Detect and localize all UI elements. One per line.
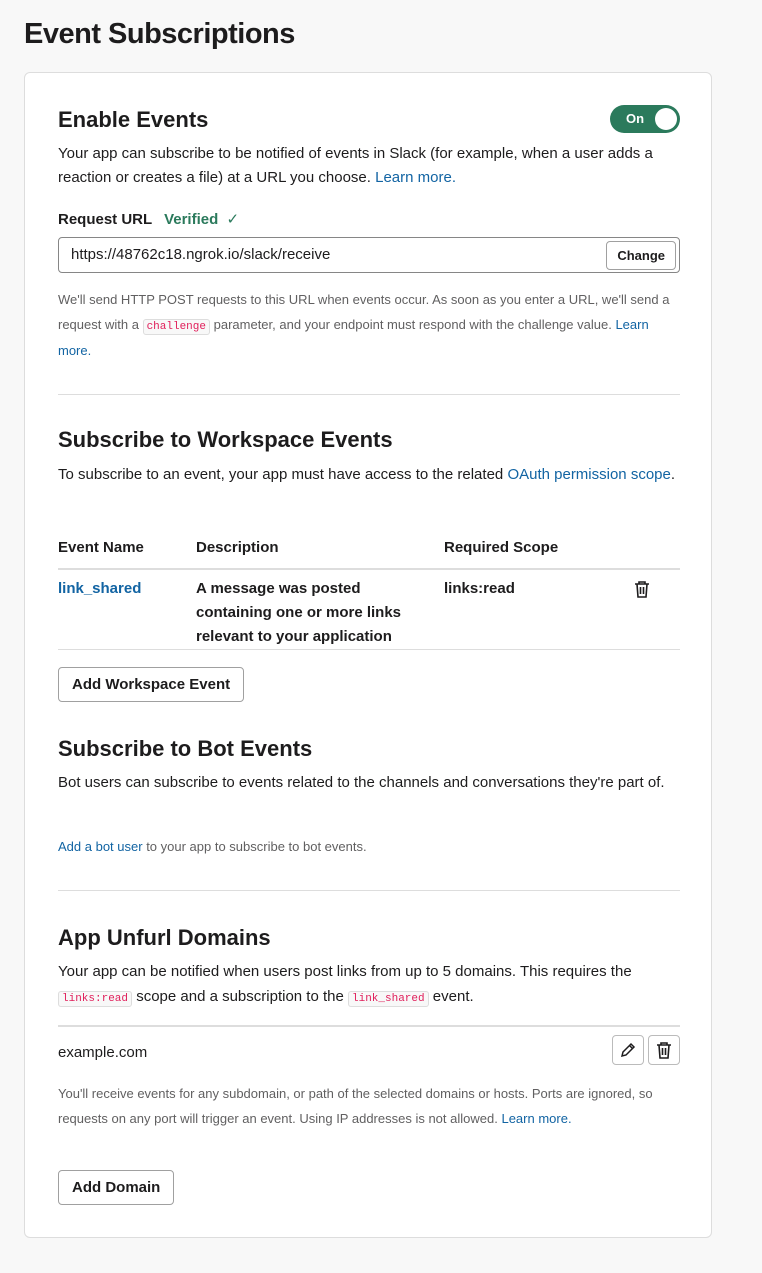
trash-icon <box>657 1042 671 1059</box>
learn-more-link[interactable]: Learn more. <box>501 1111 571 1126</box>
enable-events-toggle[interactable]: On <box>610 105 680 133</box>
enable-events-heading: Enable Events <box>58 107 209 132</box>
add-bot-user-link[interactable]: Add a bot user <box>58 839 143 854</box>
toggle-knob <box>655 108 677 130</box>
event-description: A message was posted containing one or m… <box>196 580 402 645</box>
bot-events-heading: Subscribe to Bot Events <box>58 736 313 761</box>
request-url-input[interactable]: https://48762c18.ngrok.io/slack/receive <box>58 237 680 273</box>
event-name-link[interactable]: link_shared <box>58 577 141 601</box>
column-description: Description <box>196 539 279 556</box>
domain-item: example.com <box>58 1044 148 1061</box>
description-text: Your app can subscribe to be notified of… <box>58 145 653 186</box>
workspace-events-section: Subscribe to Workspace Events To subscri… <box>58 425 680 705</box>
bot-events-section: Subscribe to Bot Events Bot users can su… <box>58 734 680 894</box>
link-shared-code: link_shared <box>348 991 429 1007</box>
request-url-label: Request URL <box>58 211 152 228</box>
verified-label: Verified <box>164 211 219 228</box>
description-text: To subscribe to an event, your app must … <box>58 466 504 483</box>
add-bot-text: Add a bot user to your app to subscribe … <box>58 835 680 860</box>
workspace-events-heading: Subscribe to Workspace Events <box>58 427 393 452</box>
table-header-border <box>58 568 680 570</box>
bot-events-description: Bot users can subscribe to events relate… <box>58 774 665 791</box>
request-url-value: https://48762c18.ngrok.io/slack/receive <box>71 246 331 263</box>
challenge-code: challenge <box>142 318 210 335</box>
learn-more-link[interactable]: Learn more. <box>375 169 456 186</box>
change-url-button[interactable]: Change <box>606 241 676 270</box>
unfurl-domains-section: App Unfurl Domains Your app can be notif… <box>58 923 680 1213</box>
add-bot-suffix: to your app to subscribe to bot events. <box>146 839 367 854</box>
add-workspace-event-button[interactable]: Add Workspace Event <box>58 667 245 702</box>
help-text: parameter, and your endpoint must respon… <box>213 316 612 332</box>
unfurl-domains-heading: App Unfurl Domains <box>58 925 271 950</box>
add-domain-button[interactable]: Add Domain <box>58 1170 175 1205</box>
domains-top-border <box>58 1025 680 1027</box>
column-event-name: Event Name <box>58 539 144 556</box>
description-text: Your app can be notified when users post… <box>58 963 632 980</box>
unfurl-description: Your app can be notified when users post… <box>58 959 680 1012</box>
links-read-code: links:read <box>58 991 133 1007</box>
request-url-label-row: Request URL Verified ✓ <box>58 210 239 228</box>
event-subscriptions-card: Enable Events On Your app can subscribe … <box>24 72 712 1238</box>
enable-events-section: Enable Events On Your app can subscribe … <box>58 105 680 405</box>
page-title: Event Subscriptions <box>24 18 295 50</box>
divider <box>58 394 680 395</box>
divider <box>58 890 680 891</box>
workspace-events-description: To subscribe to an event, your app must … <box>58 466 676 483</box>
pencil-icon <box>620 1042 636 1058</box>
request-url-help: We'll send HTTP POST requests to this UR… <box>58 288 680 364</box>
unfurl-help: You'll receive events for any subdomain,… <box>58 1082 680 1131</box>
enable-events-description: Your app can subscribe to be notified of… <box>58 142 680 190</box>
column-required-scope: Required Scope <box>444 539 559 556</box>
oauth-scope-link[interactable]: OAuth permission scope <box>507 466 670 483</box>
description-text: scope and a subscription to the <box>136 988 344 1005</box>
edit-domain-button[interactable] <box>612 1035 644 1065</box>
event-scope: links:read <box>444 580 515 597</box>
description-text: event. <box>432 988 474 1005</box>
table-bottom-border <box>58 649 680 650</box>
toggle-label: On <box>626 111 645 126</box>
delete-domain-button[interactable] <box>648 1035 680 1065</box>
check-icon: ✓ <box>226 211 240 228</box>
trash-icon[interactable] <box>634 580 650 598</box>
